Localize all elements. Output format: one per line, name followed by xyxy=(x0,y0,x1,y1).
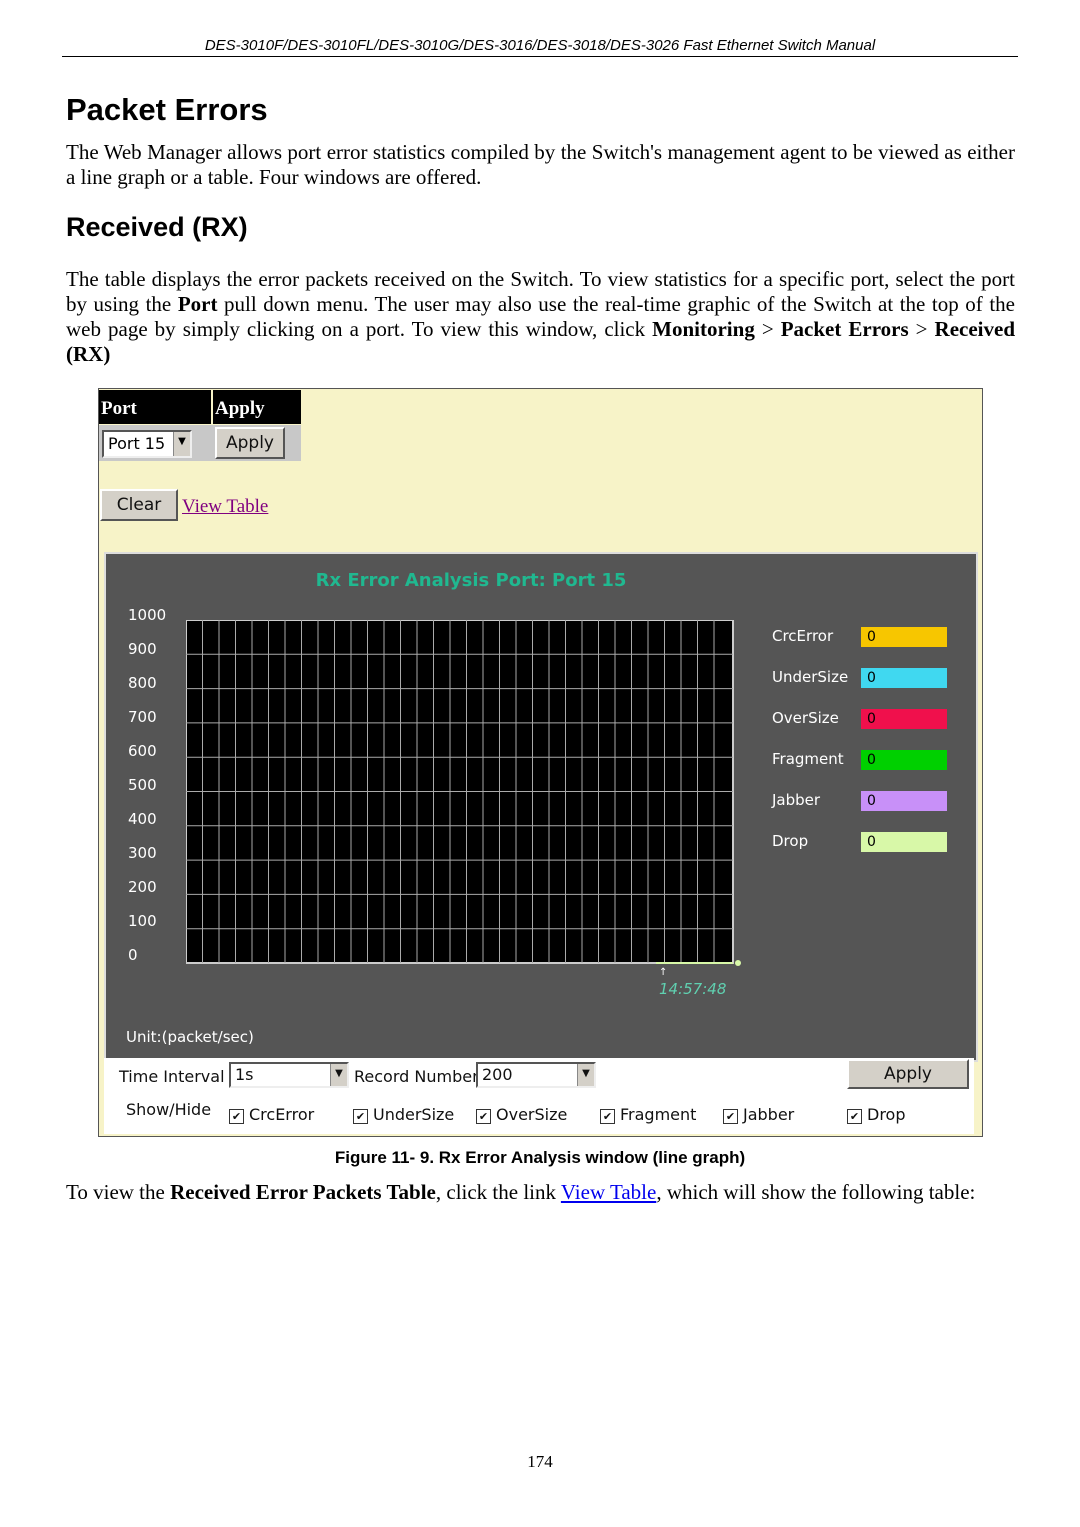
checkbox-drop[interactable]: ✔ Drop xyxy=(847,1105,906,1124)
checkbox-fragment[interactable]: ✔ Fragment xyxy=(600,1105,696,1124)
legend-value: 0 xyxy=(861,832,947,852)
legend-value: 0 xyxy=(861,791,947,811)
page: DES-3010F/DES-3010FL/DES-3010G/DES-3016/… xyxy=(0,0,1080,1527)
section-title: Received (RX) xyxy=(66,212,248,242)
record-number-label: Record Number xyxy=(354,1067,479,1086)
checkbox-label: UnderSize xyxy=(373,1105,455,1124)
running-header: DES-3010F/DES-3010FL/DES-3010G/DES-3016/… xyxy=(62,37,1018,57)
view-table-link-text[interactable]: View Table xyxy=(561,1180,656,1204)
y-tick-label: 200 xyxy=(128,878,157,896)
figure-caption: Figure 11- 9. Rx Error Analysis window (… xyxy=(334,1148,746,1167)
checkbox-label: CrcError xyxy=(249,1105,315,1124)
page-number: 174 xyxy=(527,1452,553,1471)
chart-title: Rx Error Analysis Port: Port 15 xyxy=(315,570,627,591)
apply-port-button[interactable]: Apply xyxy=(215,427,285,459)
checkbox-label: OverSize xyxy=(496,1105,568,1124)
rx-error-screenshot: Port Apply Port 15 ▼ Apply Clear View Tab… xyxy=(98,388,983,1137)
checkbox-label: Drop xyxy=(867,1105,906,1124)
intro-paragraph: The Web Manager allows port error statis… xyxy=(66,140,1015,189)
chart-panel: Rx Error Analysis Port: Port 15 1000 900 8… xyxy=(104,552,978,1062)
checkbox-label: Jabber xyxy=(743,1105,795,1124)
legend-label: Fragment xyxy=(772,750,844,768)
port-select[interactable]: Port 15 ▼ xyxy=(102,430,192,458)
plot-area xyxy=(186,620,741,966)
y-tick-label: 600 xyxy=(128,742,157,760)
y-tick-label: 400 xyxy=(128,810,157,828)
y-tick-label: 1000 xyxy=(128,606,167,624)
checkbox-icon: ✔ xyxy=(229,1109,244,1124)
time-interval-value: 1s xyxy=(235,1065,254,1084)
record-number-value: 200 xyxy=(482,1065,513,1084)
apply-settings-button[interactable]: Apply xyxy=(847,1059,969,1089)
checkbox-icon: ✔ xyxy=(723,1109,738,1124)
checkbox-icon: ✔ xyxy=(353,1109,368,1124)
legend-value: 0 xyxy=(861,750,947,770)
checkbox-undersize[interactable]: ✔ UnderSize xyxy=(353,1105,454,1124)
legend-value: 0 xyxy=(861,627,947,647)
body-paragraph: The table displays the error packets rec… xyxy=(66,267,1016,366)
current-point xyxy=(735,960,741,966)
unit-label: Unit:(packet/sec) xyxy=(126,1028,254,1046)
y-tick-label: 800 xyxy=(128,674,157,692)
time-interval-label: Time Interval xyxy=(119,1067,225,1086)
time-interval-select[interactable]: 1s ▼ xyxy=(229,1062,349,1088)
chevron-down-icon: ▼ xyxy=(330,1064,347,1086)
page-title: Packet Errors xyxy=(66,92,268,127)
legend-label: OverSize xyxy=(772,709,839,727)
y-tick-label: 300 xyxy=(128,844,157,862)
checkbox-label: Fragment xyxy=(620,1105,697,1124)
checkbox-icon: ✔ xyxy=(476,1109,491,1124)
y-tick-label: 0 xyxy=(128,946,138,964)
view-table-link[interactable]: View Table xyxy=(182,496,268,518)
record-number-select[interactable]: 200 ▼ xyxy=(476,1062,596,1088)
port-value: Port 15 xyxy=(108,434,166,453)
checkbox-jabber[interactable]: ✔ Jabber xyxy=(723,1105,794,1124)
checkbox-crcerror[interactable]: ✔ CrcError xyxy=(229,1105,314,1124)
show-hide-label: Show/Hide xyxy=(126,1100,212,1119)
legend-value: 0 xyxy=(861,709,947,729)
control-bar: Time Interval 1s ▼ Record Number 200 ▼ App… xyxy=(104,1058,974,1134)
legend-label: Drop xyxy=(772,832,809,850)
clear-button[interactable]: Clear xyxy=(100,489,178,521)
y-tick-label: 900 xyxy=(128,640,157,658)
chevron-down-icon: ▼ xyxy=(173,432,190,456)
apply-header: Apply xyxy=(213,390,301,424)
legend-label: Jabber xyxy=(772,791,821,809)
legend-label: CrcError xyxy=(772,627,834,645)
checkbox-icon: ✔ xyxy=(847,1109,862,1124)
outro-paragraph: To view the Received Error Packets Table… xyxy=(66,1180,976,1204)
y-tick-label: 500 xyxy=(128,776,157,794)
time-marker-icon: ↑ xyxy=(659,967,668,978)
checkbox-oversize[interactable]: ✔ OverSize xyxy=(476,1105,567,1124)
port-header: Port xyxy=(99,390,211,424)
y-tick-label: 100 xyxy=(128,912,157,930)
legend-value: 0 xyxy=(861,668,947,688)
legend-label: UnderSize xyxy=(772,668,849,686)
checkbox-icon: ✔ xyxy=(600,1109,615,1124)
chevron-down-icon: ▼ xyxy=(577,1064,594,1086)
y-tick-label: 700 xyxy=(128,708,157,726)
time-label: 14:57:48 xyxy=(659,980,727,998)
